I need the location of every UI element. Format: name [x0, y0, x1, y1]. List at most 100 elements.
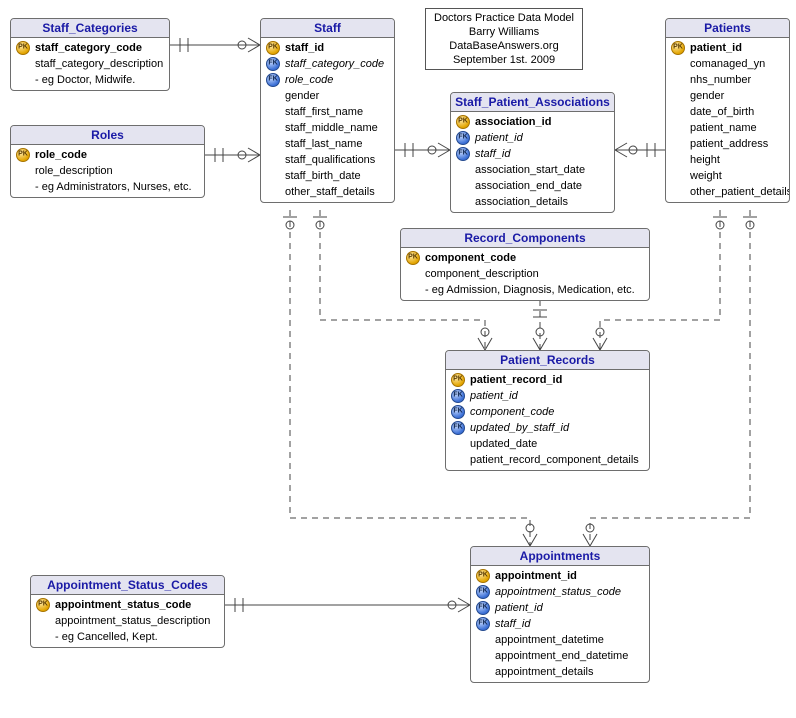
attribute-name: staff_category_code — [285, 57, 384, 71]
attribute-name: component_code — [470, 405, 554, 419]
attribute-name: association_end_date — [475, 179, 582, 193]
attribute-name: gender — [690, 89, 724, 103]
primary-key-icon — [671, 41, 685, 55]
attribute-name: patient_name — [690, 121, 757, 135]
attribute-name: staff_id — [495, 617, 530, 631]
primary-key-icon — [16, 148, 30, 162]
foreign-key-icon — [451, 389, 465, 403]
foreign-key-icon — [476, 585, 490, 599]
attribute-row: staff_id — [475, 616, 645, 632]
attribute-name: nhs_number — [690, 73, 751, 87]
primary-key-icon — [456, 115, 470, 129]
attribute-row: other_staff_details — [265, 184, 390, 200]
attribute-row: association_id — [455, 114, 610, 130]
entity-body: component_codecomponent_description- eg … — [401, 248, 649, 300]
primary-key-icon — [406, 251, 420, 265]
attribute-name: association_details — [475, 195, 568, 209]
attribute-name: patient_record_id — [470, 373, 562, 387]
entity-title: Roles — [11, 126, 204, 145]
attribute-name: other_patient_details — [690, 185, 790, 199]
attribute-name: association_start_date — [475, 163, 585, 177]
attribute-row: updated_date — [450, 436, 645, 452]
attribute-row: date_of_birth — [670, 104, 785, 120]
attribute-name: patient_id — [475, 131, 523, 145]
entity-body: patient_idcomanaged_ynnhs_numbergenderda… — [666, 38, 789, 202]
entity-title: Appointments — [471, 547, 649, 566]
attribute-row: component_description — [405, 266, 645, 282]
attribute-name: appointment_status_code — [55, 598, 191, 612]
entity-body: staff_category_codestaff_category_descri… — [11, 38, 169, 90]
attribute-row: association_start_date — [455, 162, 610, 178]
attribute-row: patient_name — [670, 120, 785, 136]
attribute-name: patient_id — [470, 389, 518, 403]
entity-title: Patient_Records — [446, 351, 649, 370]
attribute-name: staff_id — [475, 147, 510, 161]
foreign-key-icon — [451, 421, 465, 435]
attribute-name: appointment_status_code — [495, 585, 621, 599]
attribute-row: patient_record_component_details — [450, 452, 645, 468]
entity-body: patient_record_id patient_id component_cod… — [446, 370, 649, 470]
attribute-name: appointment_status_description — [55, 614, 210, 628]
attribute-name: staff_category_description — [35, 57, 163, 71]
entity-title: Appointment_Status_Codes — [31, 576, 224, 595]
entity-title: Staff — [261, 19, 394, 38]
attribute-name: role_code — [35, 148, 87, 162]
entity-title: Staff_Patient_Associations — [451, 93, 614, 112]
er-diagram: Doctors Practice Data Model Barry Willia… — [0, 0, 796, 718]
attribute-name: appointment_details — [495, 665, 593, 679]
entity-roles: Roles role_coderole_description- eg Admi… — [10, 125, 205, 198]
diagram-title: Doctors Practice Data Model — [434, 11, 574, 25]
entity-body: appointment_id appointment_status_codepat… — [471, 566, 649, 682]
attribute-row: comanaged_yn — [670, 56, 785, 72]
attribute-row: appointment_status_description — [35, 613, 220, 629]
attribute-name: gender — [285, 89, 319, 103]
entity-body: role_coderole_description- eg Administra… — [11, 145, 204, 197]
attribute-row: patient_id — [475, 600, 645, 616]
foreign-key-icon — [266, 73, 280, 87]
primary-key-icon — [476, 569, 490, 583]
attribute-name: - eg Administrators, Nurses, etc. — [35, 180, 192, 194]
attribute-row: appointment_id — [475, 568, 645, 584]
attribute-name: component_code — [425, 251, 516, 265]
attribute-row: weight — [670, 168, 785, 184]
attribute-row: role_description — [15, 163, 200, 179]
entity-body: staff_idstaff_category_coderole_codegend… — [261, 38, 394, 202]
attribute-name: appointment_id — [495, 569, 577, 583]
attribute-name: patient_address — [690, 137, 768, 151]
attribute-row: appointment_end_datetime — [475, 648, 645, 664]
entity-appointment-status-codes: Appointment_Status_Codes appointment_sta… — [30, 575, 225, 648]
attribute-row: gender — [670, 88, 785, 104]
attribute-row: staff_category_code — [265, 56, 390, 72]
entity-patient-records: Patient_Records patient_record_idpatient… — [445, 350, 650, 471]
attribute-name: patient_id — [690, 41, 742, 55]
primary-key-icon — [451, 373, 465, 387]
entity-record-components: Record_Components component_codecomponen… — [400, 228, 650, 301]
primary-key-icon — [16, 41, 30, 55]
foreign-key-icon — [451, 405, 465, 419]
entity-title: Patients — [666, 19, 789, 38]
entity-staff-patient-associations: Staff_Patient_Associations association_i… — [450, 92, 615, 213]
attribute-row: patient_record_id — [450, 372, 645, 388]
diagram-header: Doctors Practice Data Model Barry Willia… — [425, 8, 583, 70]
entity-title: Record_Components — [401, 229, 649, 248]
attribute-name: height — [690, 153, 720, 167]
primary-key-icon — [266, 41, 280, 55]
attribute-row: staff_birth_date — [265, 168, 390, 184]
attribute-row: appointment_status_code — [475, 584, 645, 600]
attribute-row: staff_middle_name — [265, 120, 390, 136]
attribute-row: gender — [265, 88, 390, 104]
attribute-row: staff_first_name — [265, 104, 390, 120]
attribute-row: - eg Admission, Diagnosis, Medication, e… — [405, 282, 645, 298]
attribute-name: - eg Cancelled, Kept. — [55, 630, 158, 644]
attribute-row: staff_category_description — [15, 56, 165, 72]
attribute-row: updated_by_staff_id — [450, 420, 645, 436]
attribute-name: staff_birth_date — [285, 169, 361, 183]
attribute-name: patient_record_component_details — [470, 453, 639, 467]
entity-title: Staff_Categories — [11, 19, 169, 38]
attribute-row: patient_id — [450, 388, 645, 404]
diagram-author: Barry Williams — [434, 25, 574, 39]
attribute-row: - eg Doctor, Midwife. — [15, 72, 165, 88]
foreign-key-icon — [476, 617, 490, 631]
attribute-row: patient_address — [670, 136, 785, 152]
attribute-row: component_code — [450, 404, 645, 420]
